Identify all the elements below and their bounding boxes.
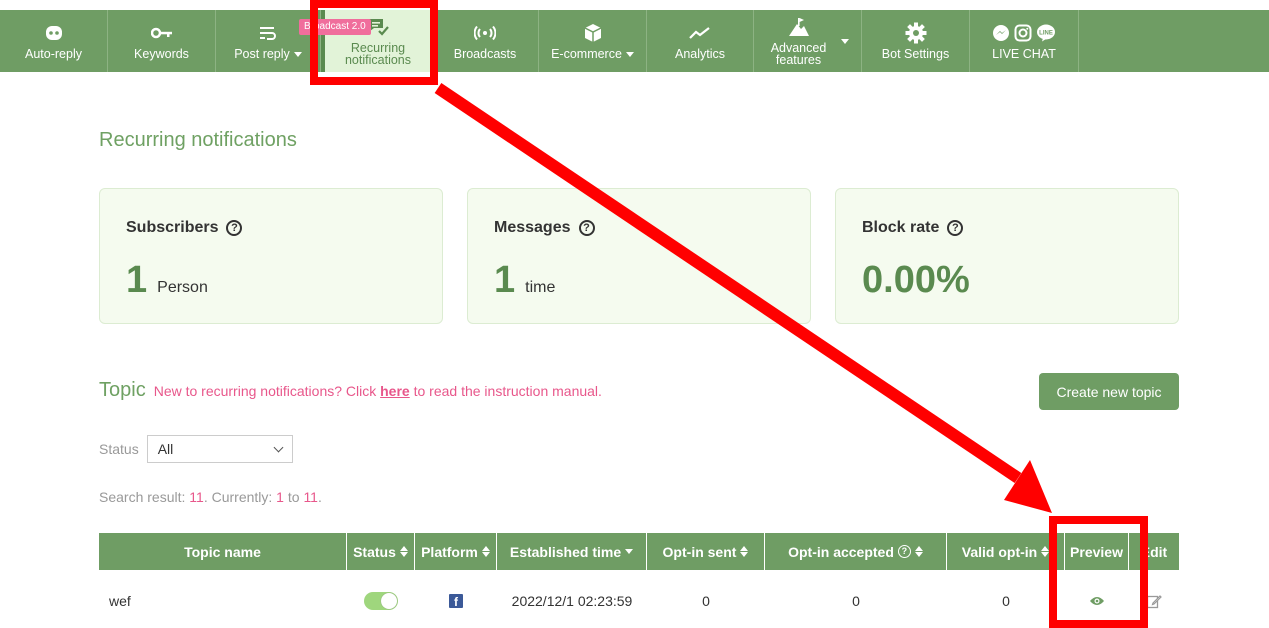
annotation-arrow <box>434 83 1052 513</box>
